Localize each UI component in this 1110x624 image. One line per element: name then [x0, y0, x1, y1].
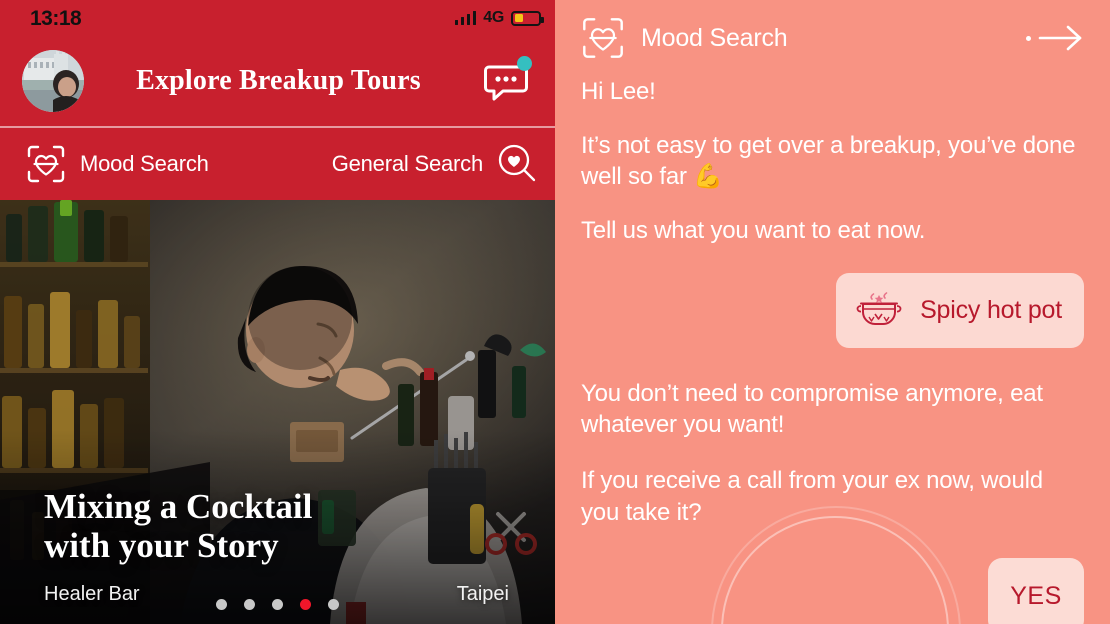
hot-pot-icon — [856, 287, 902, 334]
tab-general-search[interactable]: General Search — [332, 142, 539, 186]
status-badge — [517, 56, 532, 71]
carousel-pagination[interactable] — [0, 599, 555, 610]
pagination-dot[interactable] — [272, 599, 283, 610]
reply-chip-spicy-hot-pot[interactable]: Spicy hot pot — [836, 272, 1084, 348]
tab-mood-search[interactable]: Mood Search — [26, 144, 209, 184]
tab-mood-search-label: Mood Search — [80, 151, 209, 176]
search-tabs: Mood Search General Search — [0, 128, 555, 200]
heart-scan-frame-icon — [581, 16, 625, 60]
app-header: Explore Breakup Tours — [0, 36, 555, 126]
card-title-line-1: Mixing a Cocktail — [44, 486, 313, 526]
network-label: 4G — [483, 9, 504, 26]
phone-app-panel: 13:18 4G Explore Breakup Tours Mood Sear… — [0, 0, 555, 624]
status-time: 13:18 — [30, 6, 82, 30]
chat-message: You don’t need to compromise anymore, ea… — [581, 379, 1043, 439]
chat-title: Mood Search — [641, 23, 788, 52]
chat-message: Hi Lee! — [581, 78, 656, 105]
pagination-dot[interactable] — [216, 599, 227, 610]
status-bar: 13:18 4G — [0, 0, 555, 36]
tour-card[interactable]: Mixing a Cocktail with your Story Healer… — [0, 200, 555, 624]
dot-arrow-right-icon[interactable] — [1026, 23, 1084, 53]
yes-button[interactable]: YES — [988, 558, 1084, 624]
card-title-line-2: with your Story — [44, 525, 279, 565]
pagination-dot[interactable] — [244, 599, 255, 610]
chat-message: It’s not easy to get over a breakup, you… — [581, 131, 1076, 191]
signal-bars-icon — [454, 10, 477, 25]
battery-low-icon — [511, 10, 544, 26]
heart-magnifier-icon — [495, 142, 539, 186]
user-reply-row: Spicy hot pot — [581, 272, 1084, 348]
pagination-dot[interactable] — [328, 599, 339, 610]
page-title: Explore Breakup Tours — [136, 65, 421, 96]
mood-search-chat-panel: Mood Search Hi Lee! It’s not easy to get… — [555, 0, 1110, 624]
message-bubble-icon[interactable] — [479, 55, 535, 107]
status-indicators: 4G — [454, 9, 544, 27]
pagination-dot-active[interactable] — [300, 599, 311, 610]
card-title: Mixing a Cocktail with your Story — [44, 487, 531, 565]
heart-scan-frame-icon — [26, 144, 66, 184]
chat-header: Mood Search — [581, 0, 1084, 76]
reply-chip-label: Spicy hot pot — [920, 295, 1062, 324]
chat-message: Tell us what you want to eat now. — [581, 217, 926, 245]
app-root: 13:18 4G Explore Breakup Tours Mood Sear… — [0, 0, 1110, 624]
tab-general-search-label: General Search — [331, 151, 483, 176]
answer-row: YES — [581, 558, 1084, 624]
yes-button-label: YES — [1010, 581, 1062, 610]
chat-message: If you receive a call from your ex now, … — [581, 467, 1043, 526]
avatar[interactable] — [22, 50, 84, 112]
